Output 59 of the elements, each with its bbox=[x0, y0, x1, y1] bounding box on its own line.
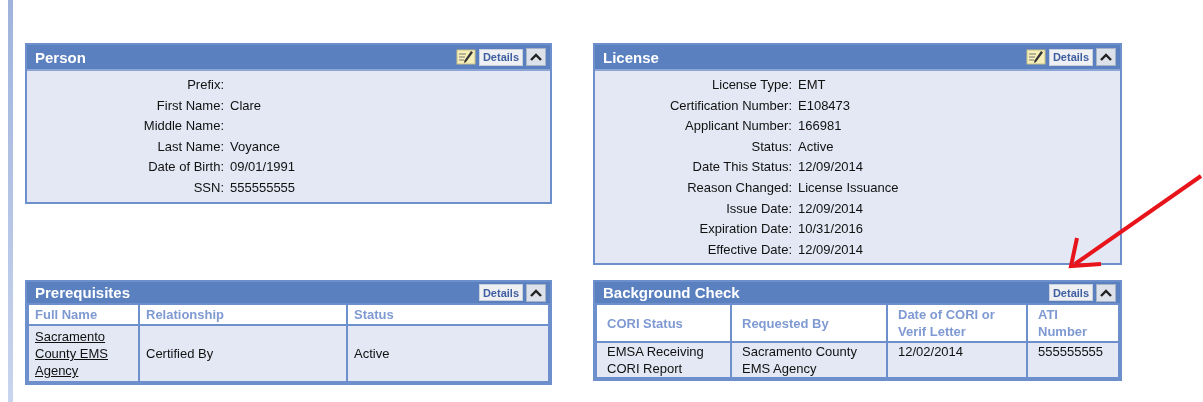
table-cell: 12/02/2014 bbox=[887, 342, 1027, 378]
field-label: Expiration Date: bbox=[698, 220, 792, 239]
table-cell: EMSA Receiving CORI Report bbox=[596, 342, 731, 378]
table-cell: Certified By bbox=[139, 325, 347, 382]
field-value: 12/09/2014 bbox=[798, 199, 865, 218]
field-value: License Issuance bbox=[798, 178, 900, 197]
panel-title: License bbox=[603, 48, 659, 66]
field-label: Applicant Number: bbox=[684, 117, 792, 136]
collapse-button[interactable] bbox=[1096, 48, 1116, 66]
collapse-button[interactable] bbox=[1096, 283, 1116, 302]
collapse-button[interactable] bbox=[526, 283, 546, 302]
caret-icon bbox=[1100, 288, 1112, 297]
column-header: Requested By bbox=[731, 304, 887, 342]
column-header: Relationship bbox=[139, 304, 347, 325]
collapse-button[interactable] bbox=[526, 48, 546, 66]
field-label: Date This Status: bbox=[691, 158, 792, 177]
field-value: 09/01/1991 bbox=[230, 158, 297, 177]
field-label: SSN: bbox=[192, 178, 224, 197]
caret-icon bbox=[530, 288, 542, 297]
column-header: Status bbox=[347, 304, 549, 325]
details-button[interactable]: Details bbox=[478, 284, 523, 301]
table-cell: 555555555 bbox=[1027, 342, 1119, 378]
field-value: 10/31/2016 bbox=[798, 220, 865, 239]
field-value: 555555555 bbox=[230, 178, 297, 197]
field-value: 166981 bbox=[798, 117, 843, 136]
caret-icon bbox=[530, 53, 542, 61]
field-value: Voyance bbox=[230, 137, 281, 156]
field-value: Clare bbox=[230, 96, 263, 115]
details-button[interactable]: Details bbox=[1048, 48, 1093, 66]
edit-icon[interactable] bbox=[455, 49, 476, 65]
edit-icon[interactable] bbox=[1025, 49, 1046, 65]
panel-title: Person bbox=[35, 48, 86, 66]
field-label: First Name: bbox=[155, 96, 224, 115]
table-cell: Sacramento County EMS Agency bbox=[731, 342, 887, 378]
column-header: CORI Status bbox=[596, 304, 731, 342]
field-value: Active bbox=[798, 137, 835, 156]
field-label: Effective Date: bbox=[706, 240, 792, 259]
field-label: Date of Birth: bbox=[147, 158, 224, 177]
field-value: 12/09/2014 bbox=[798, 240, 865, 259]
table-cell: Active bbox=[347, 325, 549, 382]
field-label: Status: bbox=[750, 137, 792, 156]
panel-title: Background Check bbox=[603, 284, 740, 301]
field-value: E108473 bbox=[798, 96, 852, 115]
panel-title: Prerequisites bbox=[35, 284, 131, 301]
details-button[interactable]: Details bbox=[1048, 284, 1093, 301]
field-value: EMT bbox=[798, 76, 827, 94]
field-value: 12/09/2014 bbox=[798, 158, 865, 177]
field-label: Certification Number: bbox=[668, 96, 792, 115]
field-label: Last Name: bbox=[156, 137, 224, 156]
column-header: Date of CORI or Verif Letter bbox=[887, 304, 1027, 342]
field-label: Prefix: bbox=[186, 76, 224, 94]
details-button[interactable]: Details bbox=[478, 48, 523, 66]
column-header: Full Name bbox=[28, 304, 139, 325]
field-label: Reason Changed: bbox=[686, 178, 792, 197]
field-label: License Type: bbox=[711, 76, 792, 94]
caret-icon bbox=[1100, 53, 1112, 61]
field-label: Middle Name: bbox=[142, 117, 224, 136]
column-header: ATI Number bbox=[1027, 304, 1119, 342]
field-label: Issue Date: bbox=[725, 199, 792, 218]
